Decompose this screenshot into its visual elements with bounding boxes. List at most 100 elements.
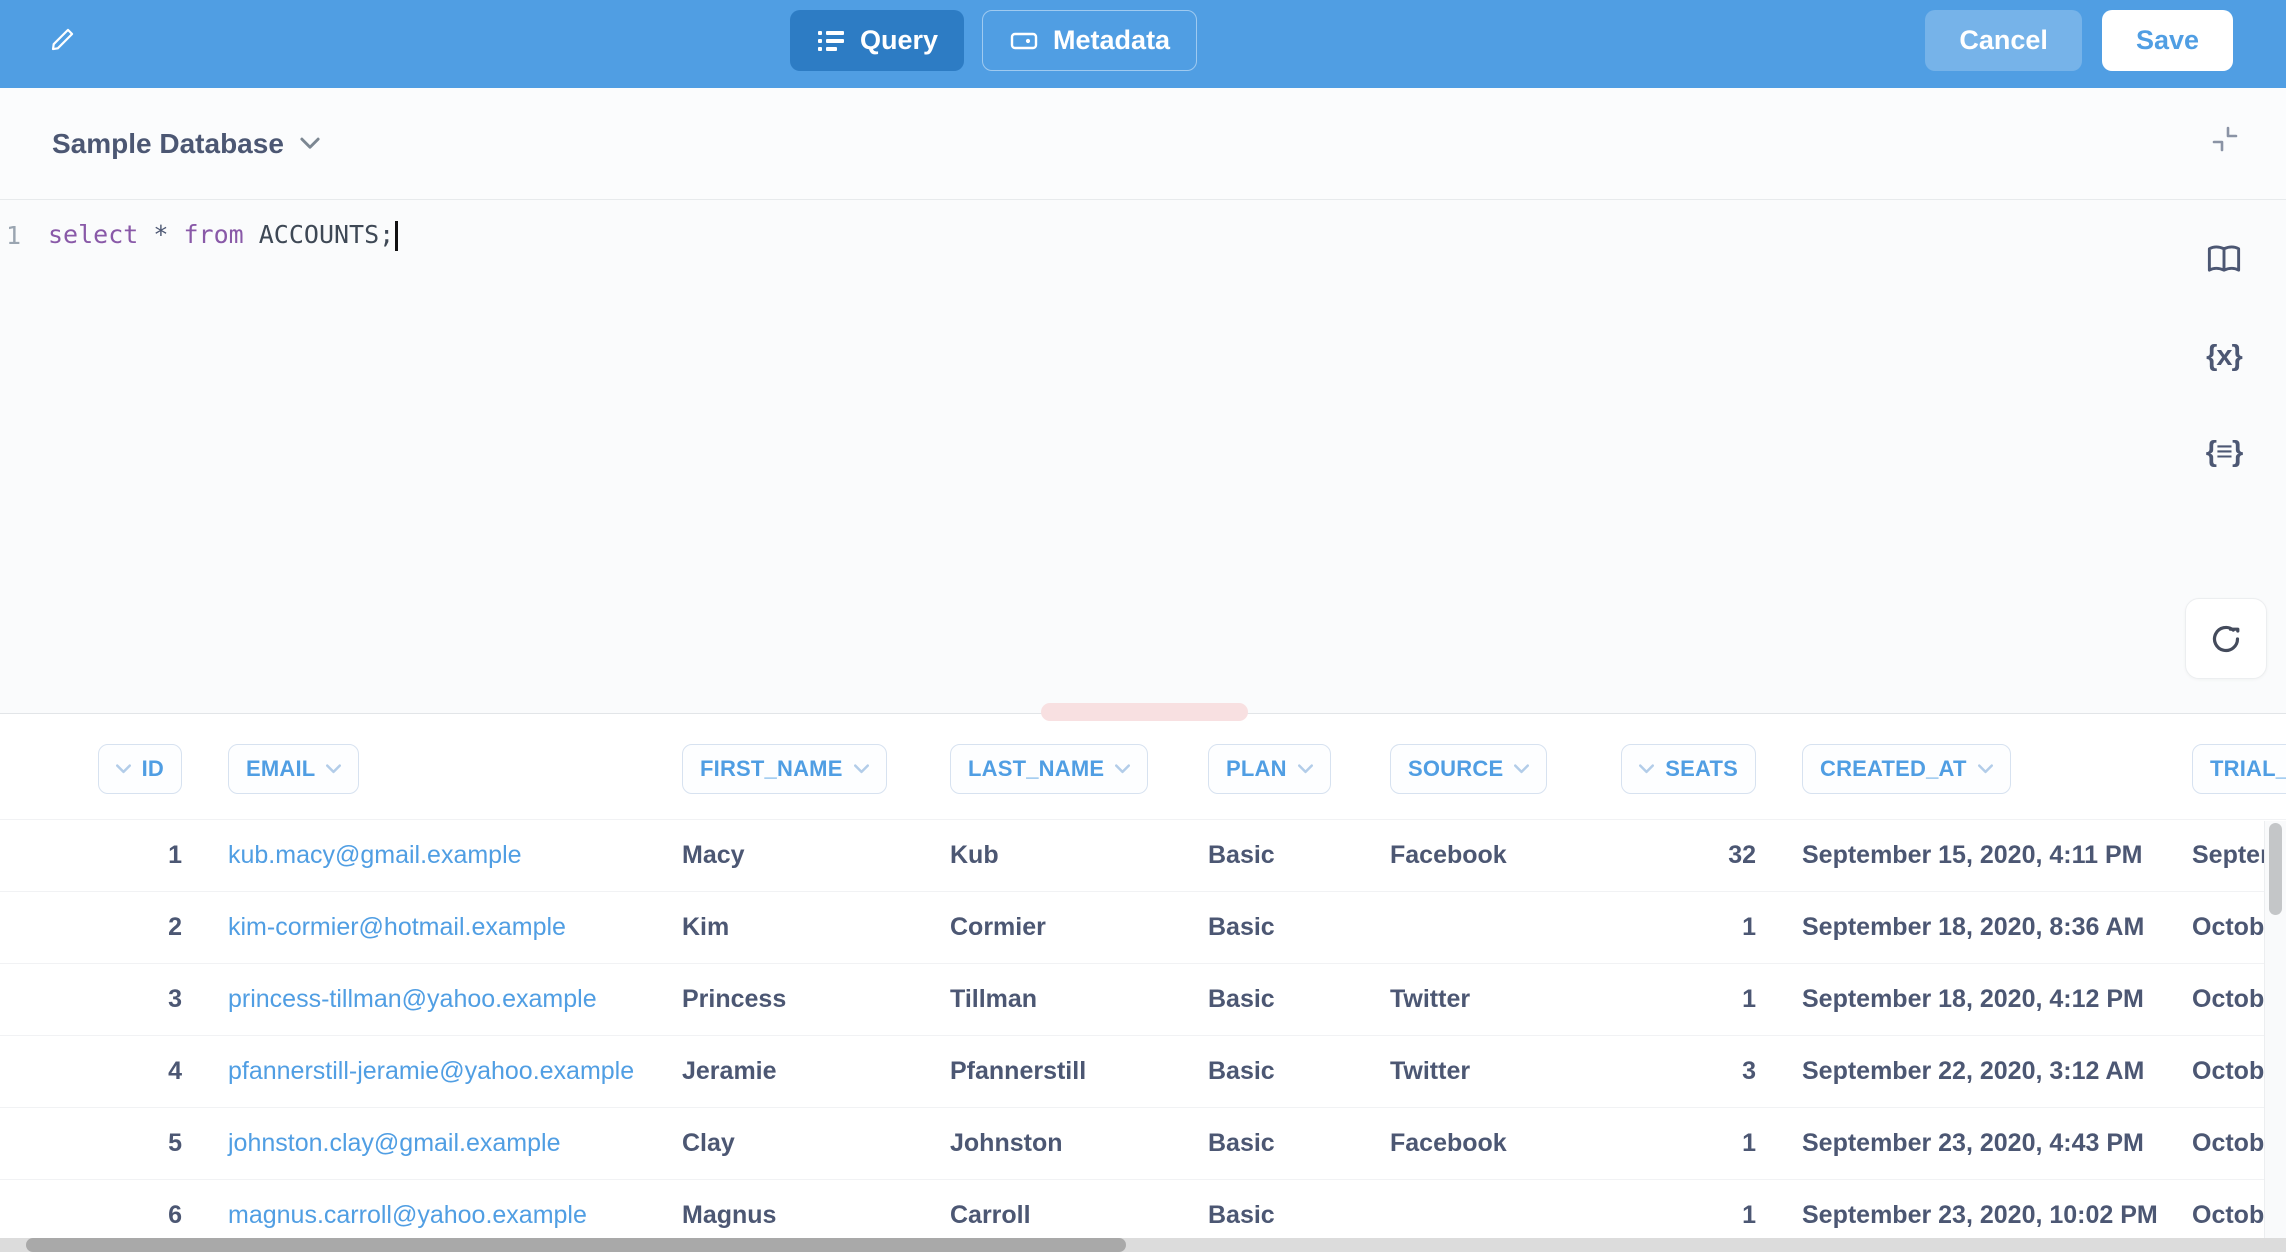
- column-label: FIRST_NAME: [700, 756, 843, 782]
- list-icon: [816, 26, 846, 56]
- cell-email[interactable]: pfannerstill-jeramie@yahoo.example: [206, 1036, 660, 1108]
- cell-seats[interactable]: 32: [1586, 820, 1780, 892]
- cell-plan[interactable]: Basic: [1186, 1108, 1368, 1180]
- cell-created_at[interactable]: September 23, 2020, 4:43 PM: [1780, 1108, 2170, 1180]
- column-header-email: EMAIL: [206, 714, 660, 820]
- column-header-pill[interactable]: SEATS: [1621, 744, 1756, 794]
- column-header-plan: PLAN: [1186, 714, 1368, 820]
- cell-created_at[interactable]: September 15, 2020, 4:11 PM: [1780, 820, 2170, 892]
- cell-email[interactable]: johnston.clay@gmail.example: [206, 1108, 660, 1180]
- cell-id[interactable]: 3: [0, 964, 206, 1036]
- column-header-pill[interactable]: LAST_NAME: [950, 744, 1148, 794]
- column-header-pill[interactable]: TRIAL_EN: [2192, 744, 2286, 794]
- cell-id[interactable]: 5: [0, 1108, 206, 1180]
- horizontal-scrollbar-thumb[interactable]: [26, 1238, 1126, 1252]
- tab-query[interactable]: Query: [790, 10, 964, 71]
- table-row: 2kim-cormier@hotmail.exampleKimCormierBa…: [0, 892, 2286, 964]
- cell-last_name[interactable]: Pfannerstill: [928, 1036, 1186, 1108]
- column-header-pill[interactable]: SOURCE: [1390, 744, 1547, 794]
- column-label: CREATED_AT: [1820, 756, 1967, 782]
- column-label: ID: [142, 756, 164, 782]
- column-header-pill[interactable]: PLAN: [1208, 744, 1331, 794]
- pencil-icon: [50, 26, 76, 52]
- refresh-icon: [2207, 620, 2245, 658]
- database-bar: Sample Database: [0, 88, 2286, 200]
- cell-id[interactable]: 4: [0, 1036, 206, 1108]
- query-results: ID EMAIL FIRST_NAME LAST_NAME PLAN SOURCE SEAT…: [0, 713, 2286, 1252]
- cell-last_name[interactable]: Cormier: [928, 892, 1186, 964]
- vertical-scrollbar[interactable]: [2264, 821, 2286, 1239]
- cell-id[interactable]: 1: [0, 820, 206, 892]
- column-header-first_name: FIRST_NAME: [660, 714, 928, 820]
- cell-seats[interactable]: 1: [1586, 1108, 1780, 1180]
- text-cursor: [395, 221, 398, 251]
- tab-query-label: Query: [860, 25, 938, 56]
- cell-plan[interactable]: Basic: [1186, 892, 1368, 964]
- chevron-down-icon: [1978, 764, 1993, 774]
- chevron-down-icon: [300, 137, 320, 150]
- cell-first_name[interactable]: Jeramie: [660, 1036, 928, 1108]
- cell-last_name[interactable]: Kub: [928, 820, 1186, 892]
- cell-source[interactable]: Twitter: [1368, 964, 1586, 1036]
- cell-first_name[interactable]: Princess: [660, 964, 928, 1036]
- topbar-actions: Cancel Save: [1925, 10, 2233, 71]
- editor-sidebar-icons: {x} {≡}: [2192, 240, 2256, 472]
- chevron-down-icon: [854, 764, 869, 774]
- column-header-source: SOURCE: [1368, 714, 1586, 820]
- tab-metadata[interactable]: Metadata: [982, 10, 1197, 71]
- cell-created_at[interactable]: September 22, 2020, 3:12 AM: [1780, 1036, 2170, 1108]
- snippets-button[interactable]: {≡}: [2202, 432, 2246, 472]
- column-header-pill[interactable]: CREATED_AT: [1802, 744, 2011, 794]
- column-header-created_at: CREATED_AT: [1780, 714, 2170, 820]
- cell-created_at[interactable]: September 18, 2020, 4:12 PM: [1780, 964, 2170, 1036]
- cell-email[interactable]: princess-tillman@yahoo.example: [206, 964, 660, 1036]
- column-header-seats: SEATS: [1586, 714, 1780, 820]
- chevron-down-icon: [116, 764, 131, 774]
- cancel-button[interactable]: Cancel: [1925, 10, 2082, 71]
- cell-email[interactable]: kub.macy@gmail.example: [206, 820, 660, 892]
- save-button[interactable]: Save: [2102, 10, 2233, 71]
- variables-button[interactable]: {x}: [2202, 336, 2246, 376]
- chevron-down-icon: [1514, 764, 1529, 774]
- database-selector[interactable]: Sample Database: [52, 128, 320, 160]
- cell-first_name[interactable]: Clay: [660, 1108, 928, 1180]
- cell-first_name[interactable]: Macy: [660, 820, 928, 892]
- column-header-pill[interactable]: EMAIL: [228, 744, 359, 794]
- table-body: 1kub.macy@gmail.exampleMacyKubBasicFaceb…: [0, 820, 2286, 1252]
- cell-id[interactable]: 2: [0, 892, 206, 964]
- cell-source[interactable]: Facebook: [1368, 820, 1586, 892]
- column-label: TRIAL_EN: [2210, 756, 2286, 782]
- cell-last_name[interactable]: Johnston: [928, 1108, 1186, 1180]
- column-header-last_name: LAST_NAME: [928, 714, 1186, 820]
- column-label: SOURCE: [1408, 756, 1503, 782]
- column-header-pill[interactable]: FIRST_NAME: [682, 744, 887, 794]
- cell-email[interactable]: kim-cormier@hotmail.example: [206, 892, 660, 964]
- collapse-editor-button[interactable]: [2202, 116, 2248, 162]
- metabase-query-editor: Query Metadata Cancel Save Sample Databa…: [0, 0, 2286, 1252]
- cell-source[interactable]: Twitter: [1368, 1036, 1586, 1108]
- editor-resize-handle[interactable]: [1041, 703, 1248, 721]
- horizontal-scrollbar[interactable]: [0, 1238, 2286, 1252]
- cell-plan[interactable]: Basic: [1186, 1036, 1368, 1108]
- data-reference-button[interactable]: [2202, 240, 2246, 280]
- table-row: 5johnston.clay@gmail.exampleClayJohnston…: [0, 1108, 2286, 1180]
- sql-editor[interactable]: 1 select * from ACCOUNTS; {x} {≡}: [0, 200, 2286, 713]
- cell-source[interactable]: [1368, 892, 1586, 964]
- results-table: ID EMAIL FIRST_NAME LAST_NAME PLAN SOURCE SEAT…: [0, 714, 2286, 1252]
- cell-seats[interactable]: 3: [1586, 1036, 1780, 1108]
- cell-first_name[interactable]: Kim: [660, 892, 928, 964]
- vertical-scrollbar-thumb[interactable]: [2269, 823, 2282, 915]
- cell-created_at[interactable]: September 18, 2020, 8:36 AM: [1780, 892, 2170, 964]
- editor-tabs: Query Metadata: [790, 10, 1197, 71]
- chevron-down-icon: [1639, 764, 1654, 774]
- cell-seats[interactable]: 1: [1586, 892, 1780, 964]
- cell-seats[interactable]: 1: [1586, 964, 1780, 1036]
- cell-plan[interactable]: Basic: [1186, 964, 1368, 1036]
- table-row: 1kub.macy@gmail.exampleMacyKubBasicFaceb…: [0, 820, 2286, 892]
- cell-source[interactable]: Facebook: [1368, 1108, 1586, 1180]
- book-icon: [2206, 244, 2242, 276]
- run-query-button[interactable]: [2185, 598, 2267, 679]
- cell-last_name[interactable]: Tillman: [928, 964, 1186, 1036]
- cell-plan[interactable]: Basic: [1186, 820, 1368, 892]
- column-header-pill[interactable]: ID: [98, 744, 182, 794]
